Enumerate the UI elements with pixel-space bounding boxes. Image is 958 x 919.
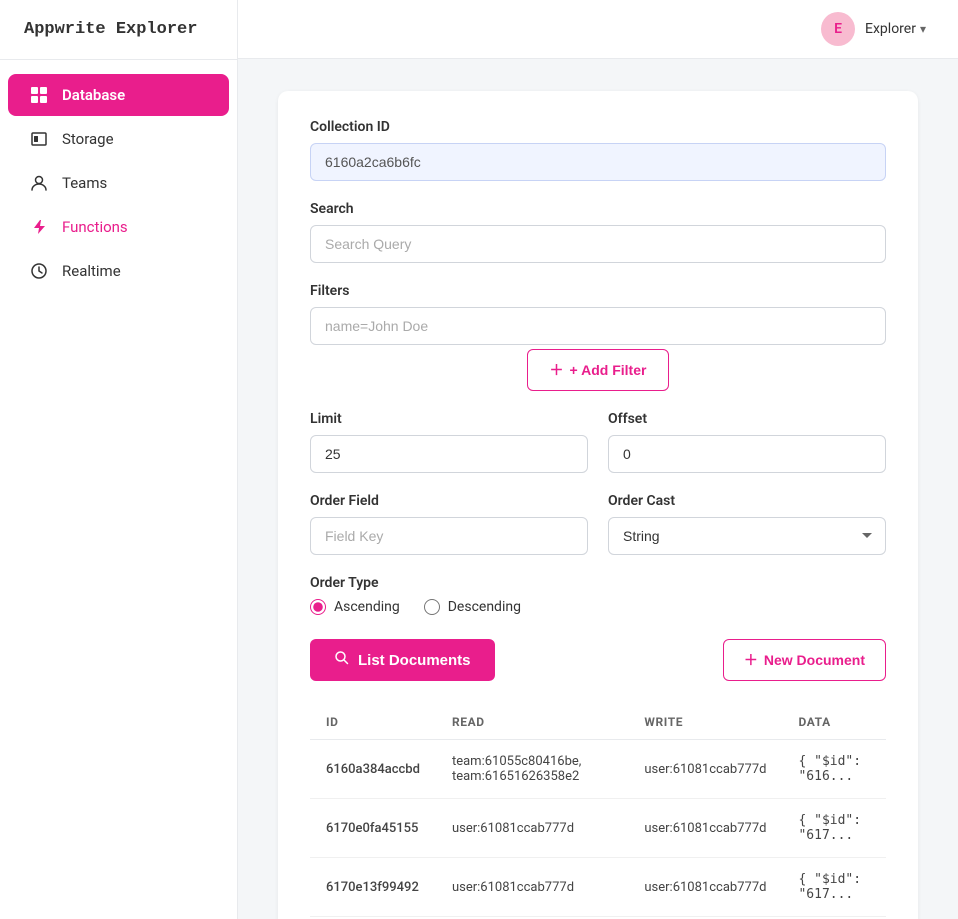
cell-read: team:61055c80416be, team:61651626358e2 [436,740,628,799]
main-content: E Explorer ▾ Collection ID Search Filter… [238,0,958,919]
order-field-group: Order Field [310,493,588,555]
app-title: Appwrite Explorer [0,0,237,60]
descending-radio[interactable] [424,599,440,615]
col-read: READ [436,705,628,740]
add-filter-label: + Add Filter [570,362,647,378]
search-group: Search [310,201,886,263]
new-document-button[interactable]: ＋ New Document [723,639,886,681]
col-data: DATA [782,705,886,740]
cell-data: { "$id": "617... [782,799,886,858]
cell-write: user:61081ccab777d [628,858,782,917]
cell-read: user:61081ccab777d [436,858,628,917]
results-table: ID READ WRITE DATA 6160a384accbd team:61… [310,705,886,917]
filters-label: Filters [310,283,886,299]
table-header: ID READ WRITE DATA [310,705,886,740]
limit-group: Limit [310,411,588,473]
database-icon [28,86,50,104]
table-body: 6160a384accbd team:61055c80416be, team:6… [310,740,886,917]
cell-id: 6170e13f99492 [310,858,436,917]
cell-id: 6160a384accbd [310,740,436,799]
sidebar-item-storage-label: Storage [62,130,114,148]
order-type-section: Order Type Ascending Descending [310,575,886,615]
order-cast-label: Order Cast [608,493,886,509]
storage-icon [28,130,50,148]
limit-offset-row: Limit Offset [310,411,886,493]
cell-data: { "$id": "617... [782,858,886,917]
offset-input[interactable] [608,435,886,473]
table-row[interactable]: 6170e13f99492 user:61081ccab777d user:61… [310,858,886,917]
descending-label: Descending [448,599,521,615]
offset-label: Offset [608,411,886,427]
sidebar-item-teams-label: Teams [62,174,107,192]
sidebar-item-database[interactable]: Database [8,74,229,116]
page-body: Collection ID Search Filters ＋ + Add Fil… [238,59,958,919]
new-document-label: New Document [764,652,865,668]
cell-read: user:61081ccab777d [436,799,628,858]
order-field-input[interactable] [310,517,588,555]
order-type-radio-group: Ascending Descending [310,599,886,615]
action-row: List Documents ＋ New Document [310,639,886,681]
functions-icon [28,218,50,236]
teams-icon [28,174,50,192]
cell-write: user:61081ccab777d [628,799,782,858]
order-field-label: Order Field [310,493,588,509]
plus-icon: ＋ [550,360,564,380]
query-form: Collection ID Search Filters ＋ + Add Fil… [278,91,918,919]
col-write: WRITE [628,705,782,740]
ascending-radio-label[interactable]: Ascending [310,599,400,615]
sidebar-nav: Database Storage Teams [0,60,237,306]
table-row[interactable]: 6170e0fa45155 user:61081ccab777d user:61… [310,799,886,858]
new-doc-plus-icon: ＋ [744,650,758,670]
user-name: Explorer [865,21,916,37]
descending-radio-label[interactable]: Descending [424,599,521,615]
sidebar-item-storage[interactable]: Storage [8,118,229,160]
collection-id-label: Collection ID [310,119,886,135]
list-documents-label: List Documents [358,652,471,669]
cell-data: { "$id": "616... [782,740,886,799]
add-filter-wrap: ＋ + Add Filter [310,349,886,391]
cell-write: user:61081ccab777d [628,740,782,799]
collection-id-input[interactable] [310,143,886,181]
filters-group: Filters ＋ + Add Filter [310,283,886,391]
topbar: E Explorer ▾ [238,0,958,59]
sidebar-item-teams[interactable]: Teams [8,162,229,204]
list-documents-button[interactable]: List Documents [310,639,495,681]
user-menu[interactable]: Explorer ▾ [865,21,926,37]
ascending-label: Ascending [334,599,400,615]
search-label: Search [310,201,886,217]
filters-input[interactable] [310,307,886,345]
sidebar-item-realtime-label: Realtime [62,262,121,280]
search-icon [334,650,350,670]
sidebar-item-database-label: Database [62,86,125,104]
order-type-label: Order Type [310,575,886,591]
add-filter-button[interactable]: ＋ + Add Filter [527,349,670,391]
order-row: Order Field Order Cast String Integer Fl… [310,493,886,575]
chevron-down-icon: ▾ [920,22,926,36]
search-input[interactable] [310,225,886,263]
order-cast-select[interactable]: String Integer Float Boolean [608,517,886,555]
collection-id-group: Collection ID [310,119,886,181]
sidebar-item-functions-label: Functions [62,218,128,236]
order-cast-group: Order Cast String Integer Float Boolean [608,493,886,555]
table-row[interactable]: 6160a384accbd team:61055c80416be, team:6… [310,740,886,799]
limit-label: Limit [310,411,588,427]
cell-id: 6170e0fa45155 [310,799,436,858]
sidebar: Appwrite Explorer Database Storage [0,0,238,919]
sidebar-item-realtime[interactable]: Realtime [8,250,229,292]
realtime-icon [28,262,50,280]
col-id: ID [310,705,436,740]
limit-input[interactable] [310,435,588,473]
sidebar-item-functions[interactable]: Functions [8,206,229,248]
offset-group: Offset [608,411,886,473]
ascending-radio[interactable] [310,599,326,615]
avatar: E [821,12,855,46]
